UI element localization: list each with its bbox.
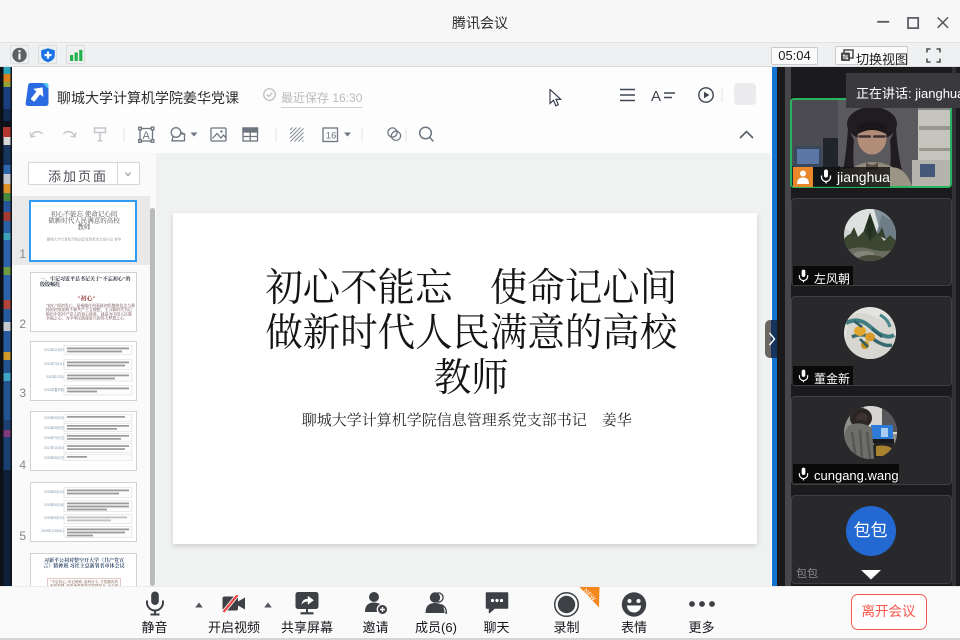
svg-text:2019年3月18日: 2019年3月18日 (44, 502, 66, 507)
svg-text:2014年9月9日: 2014年9月9日 (44, 425, 64, 430)
svg-text:2013年春节前夕: 2013年春节前夕 (44, 387, 67, 392)
svg-text:2018年9月10日: 2018年9月10日 (44, 489, 66, 494)
svg-text:16: 16 (326, 131, 337, 142)
svg-text:2019年12月06-27: 2019年12月06-27 (41, 528, 66, 533)
svg-text:2018年5月2日: 2018年5月2日 (44, 455, 64, 460)
svg-text:2012年7月11日: 2012年7月11日 (44, 361, 66, 366)
svg-text:A: A (143, 130, 151, 142)
svg-text:2016年7月1日: 2016年7月1日 (44, 435, 64, 440)
svg-text:A: A (651, 88, 661, 103)
svg-text:2013年9月25日: 2013年9月25日 (44, 415, 66, 420)
svg-text:2019年9月10日: 2019年9月10日 (44, 515, 66, 520)
